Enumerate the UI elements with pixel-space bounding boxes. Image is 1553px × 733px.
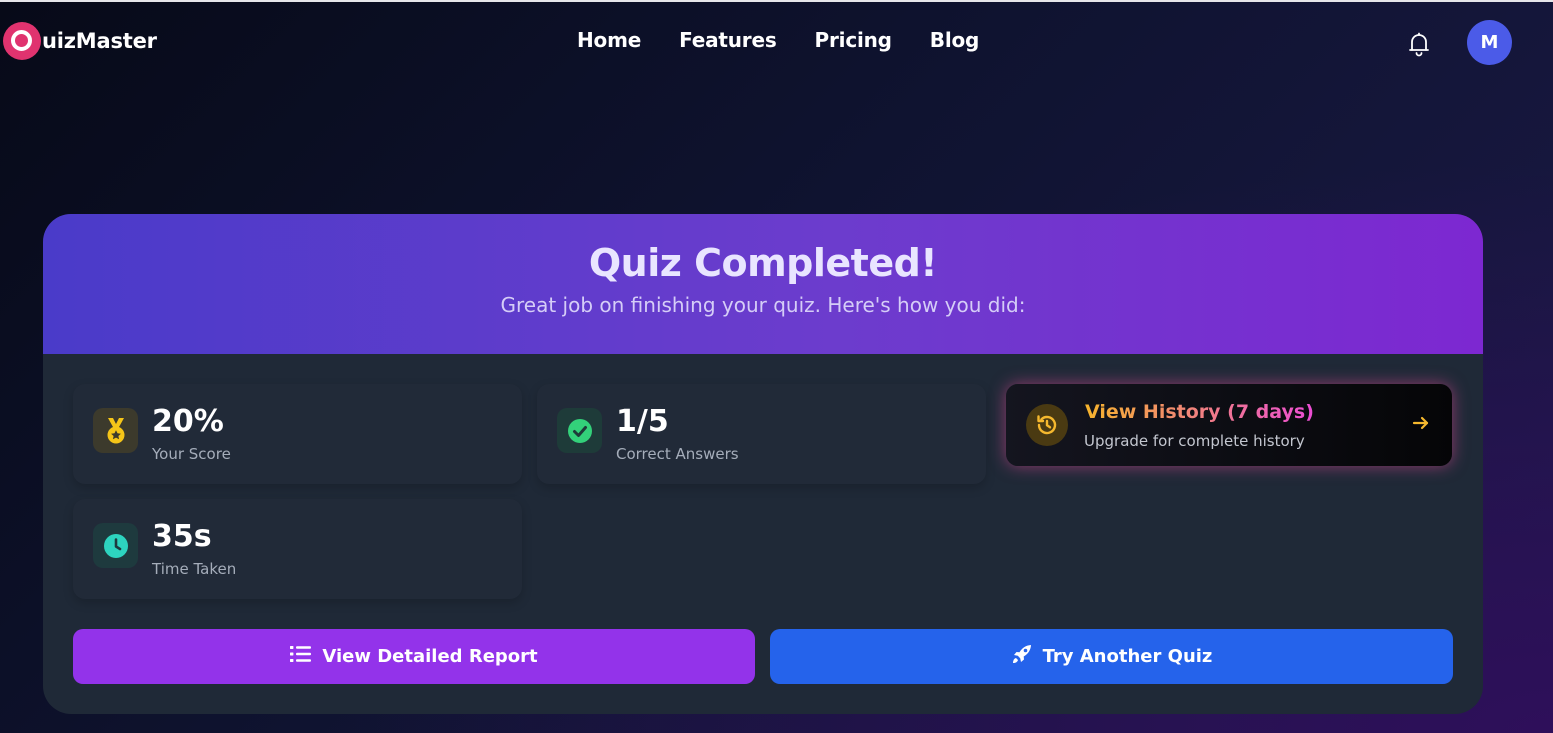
stat-correct-value: 1/5 <box>616 404 669 439</box>
stat-score: 20% Your Score <box>73 384 522 484</box>
result-subtitle: Great job on finishing your quiz. Here's… <box>500 293 1026 317</box>
view-history-card[interactable]: View History (7 days) Upgrade for comple… <box>1006 384 1452 466</box>
history-subtitle: Upgrade for complete history <box>1084 432 1305 450</box>
list-icon <box>290 645 312 668</box>
view-detailed-report-label: View Detailed Report <box>322 646 538 667</box>
stat-time-value: 35s <box>152 519 212 554</box>
history-title: View History (7 days) <box>1085 401 1314 423</box>
history-icon <box>1026 404 1068 446</box>
arrow-right-icon <box>1412 414 1430 436</box>
check-circle-icon <box>557 408 602 453</box>
nav-features[interactable]: Features <box>679 28 777 52</box>
top-navbar: uizMaster Home Features Pricing Blog M <box>0 2 1553 84</box>
stat-time-label: Time Taken <box>152 560 237 578</box>
stat-correct: 1/5 Correct Answers <box>537 384 986 484</box>
clock-icon <box>93 523 138 568</box>
stat-correct-label: Correct Answers <box>616 445 739 463</box>
logo[interactable]: uizMaster <box>3 22 157 60</box>
medal-icon <box>93 408 138 453</box>
logo-text: uizMaster <box>42 29 157 53</box>
logo-q-icon <box>3 22 41 60</box>
nav-blog[interactable]: Blog <box>930 28 980 52</box>
notification-bell-icon[interactable] <box>1406 30 1432 58</box>
nav-pricing[interactable]: Pricing <box>815 28 892 52</box>
try-another-quiz-label: Try Another Quiz <box>1042 646 1213 667</box>
main-nav: Home Features Pricing Blog <box>577 28 979 52</box>
stat-time: 35s Time Taken <box>73 499 522 599</box>
quiz-result-card: Quiz Completed! Great job on finishing y… <box>43 214 1483 714</box>
result-header: Quiz Completed! Great job on finishing y… <box>43 214 1483 354</box>
rocket-icon <box>1011 643 1033 670</box>
result-title: Quiz Completed! <box>588 241 938 285</box>
user-avatar[interactable]: M <box>1467 20 1512 65</box>
try-another-quiz-button[interactable]: Try Another Quiz <box>770 629 1453 684</box>
nav-home[interactable]: Home <box>577 28 641 52</box>
view-detailed-report-button[interactable]: View Detailed Report <box>73 629 755 684</box>
stat-score-label: Your Score <box>152 445 231 463</box>
stat-score-value: 20% <box>152 404 224 439</box>
